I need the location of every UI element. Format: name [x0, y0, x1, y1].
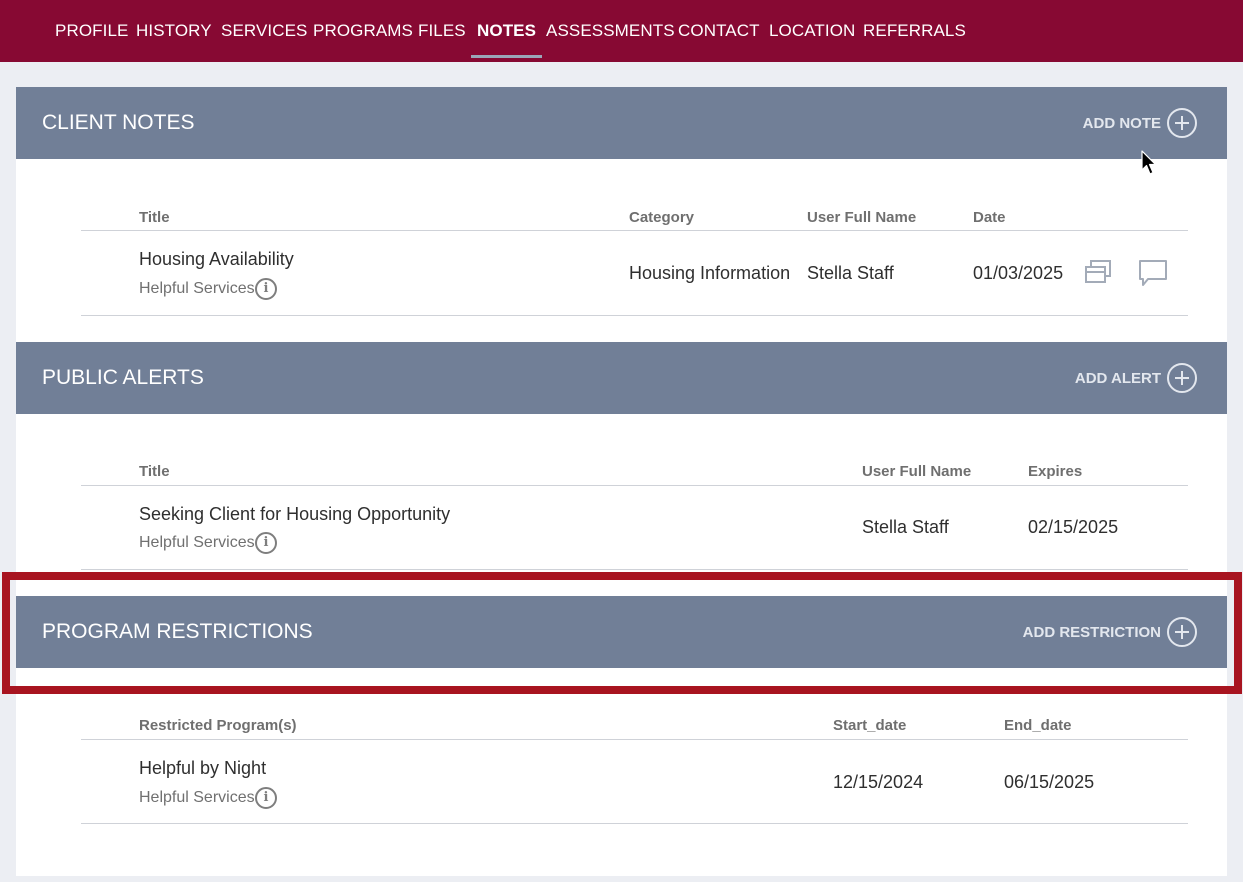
note-category: Housing Information	[629, 263, 791, 283]
alert-title-link[interactable]: Seeking Client for Housing Opportunity	[139, 504, 450, 525]
alert-agency: Helpful Services	[139, 534, 255, 551]
note-title-link[interactable]: Housing Availability	[139, 249, 294, 270]
add-alert-button[interactable]: ADD ALERT	[1075, 362, 1197, 394]
tab-history[interactable]: HISTORY	[136, 0, 212, 62]
info-icon[interactable]: i	[255, 278, 277, 300]
note-user: Stella Staff	[807, 263, 894, 283]
note-date: 01/03/2025	[973, 263, 1064, 283]
active-tab-indicator	[471, 55, 543, 58]
add-alert-label: ADD ALERT	[1074, 369, 1161, 387]
add-note-label: ADD NOTE	[1082, 114, 1161, 132]
client-notes-header: CLIENT NOTES ADD NOTE	[16, 87, 1227, 159]
table-row-divider	[81, 823, 1188, 824]
tab-notes[interactable]: NOTES	[471, 0, 543, 62]
table-header-divider	[81, 485, 1188, 486]
tab-files[interactable]: FILES	[418, 0, 466, 62]
highlight-box	[2, 572, 1242, 694]
tab-assessments[interactable]: ASSESSMENTS	[546, 0, 675, 62]
table-row-divider	[81, 569, 1188, 570]
column-header-category: Category	[629, 209, 695, 226]
column-header-start-date: Start_date	[833, 717, 907, 734]
tab-programs[interactable]: PROGRAMS	[313, 0, 413, 62]
alert-expires: 02/15/2025	[1028, 517, 1119, 537]
tab-referrals[interactable]: REFERRALS	[863, 0, 966, 62]
client-notes-title: CLIENT NOTES	[42, 111, 195, 134]
public-alerts-title: PUBLIC ALERTS	[42, 366, 204, 389]
table-header-divider	[81, 739, 1188, 740]
note-agency: Helpful Services	[139, 280, 255, 297]
plus-circle-icon	[1167, 108, 1197, 138]
restriction-agency: Helpful Services	[139, 789, 255, 806]
plus-circle-icon	[1167, 363, 1197, 393]
info-icon[interactable]: i	[255, 532, 277, 554]
tab-notes-label: NOTES	[477, 21, 537, 40]
alert-user: Stella Staff	[862, 517, 949, 537]
mouse-cursor-icon	[1141, 150, 1157, 175]
copy-icon[interactable]	[1083, 258, 1113, 288]
column-header-title: Title	[139, 209, 170, 226]
table-header-divider	[81, 230, 1188, 231]
restriction-end-date: 06/15/2025	[1004, 772, 1095, 792]
column-header-end-date: End_date	[1004, 717, 1072, 734]
column-header-title: Title	[139, 463, 170, 480]
column-header-expires: Expires	[1028, 463, 1083, 480]
tab-contact[interactable]: CONTACT	[678, 0, 760, 62]
column-header-user: User Full Name	[862, 463, 972, 480]
comment-icon[interactable]	[1138, 258, 1168, 288]
restriction-start-date: 12/15/2024	[833, 772, 924, 792]
top-navigation: PROFILE HISTORY SERVICES PROGRAMS FILES …	[0, 0, 1243, 62]
column-header-restricted-programs: Restricted Program(s)	[139, 717, 297, 734]
tab-profile[interactable]: PROFILE	[55, 0, 128, 62]
restricted-program-link[interactable]: Helpful by Night	[139, 758, 266, 779]
table-row-divider	[81, 315, 1188, 316]
public-alerts-header: PUBLIC ALERTS ADD ALERT	[16, 342, 1227, 414]
column-header-date: Date	[973, 209, 1006, 226]
tab-services[interactable]: SERVICES	[221, 0, 307, 62]
add-note-button[interactable]: ADD NOTE	[1083, 107, 1197, 139]
column-header-user: User Full Name	[807, 209, 917, 226]
info-icon[interactable]: i	[255, 787, 277, 809]
tab-location[interactable]: LOCATION	[769, 0, 855, 62]
